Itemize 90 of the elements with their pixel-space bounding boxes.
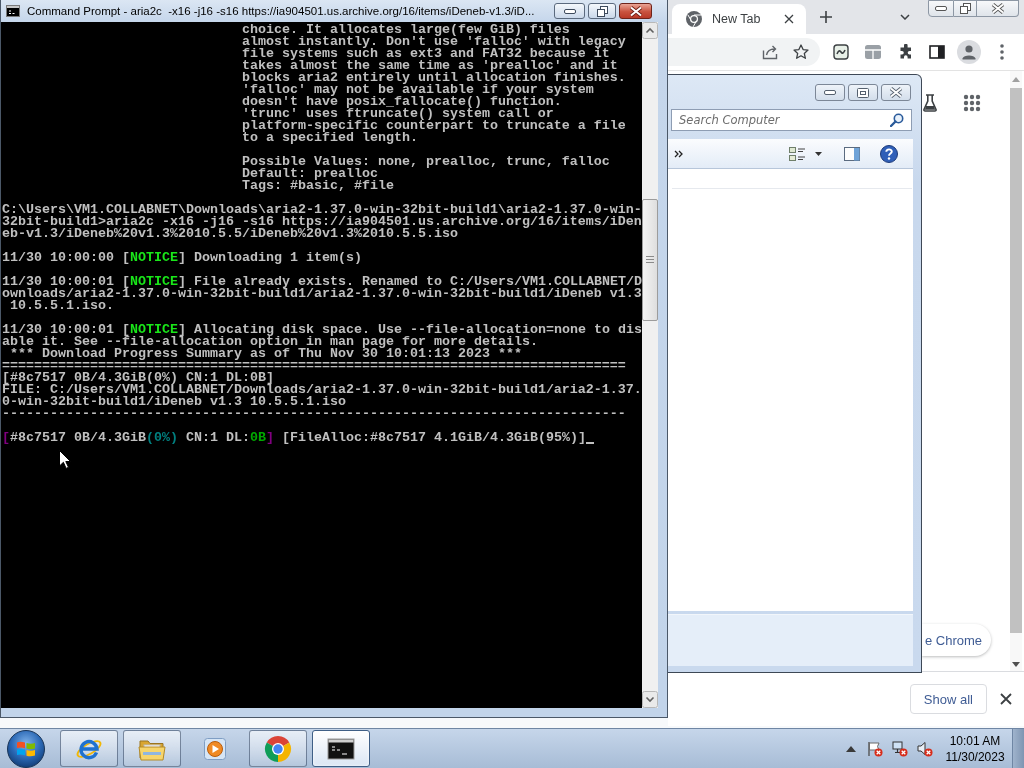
minimize-icon [563,8,576,14]
restore-icon [959,3,971,14]
console-line: ============================================================================== [2,360,626,372]
console-line: file systems such as ext3 and FAT32 because it [241,48,610,60]
window-tile-icon[interactable] [865,44,881,60]
minimize-button[interactable] [554,3,585,19]
details-view-icon[interactable] [789,145,805,162]
console-line: eb-v1.3/iDeneb%20v1.3%2010.5.5/iDeneb%20v1.3%2010.5.5.iso [2,228,458,240]
console-line: ownloads/aria2-1.37.0-win-32bit-build1/aria2-1.37.0-win-32bit-build1/iDeneb v1.3 [2,288,642,300]
console-line: 'trunc' uses ftruncate() system call or [241,108,554,120]
start-orb-icon[interactable] [7,729,45,768]
puzzle-icon[interactable] [898,44,914,60]
close-icon[interactable] [784,14,794,24]
console-line: [#8c7517 0B/4.3GiB(0%) CN:1 DL:0B] [FileAlloc:#8c7517 4.1GiB/4.3GiB(95%)] [2,432,586,444]
window-title: Command Prompt - aria2c -x16 -j16 -s16 https://ia904501.us.archive.org/16/items/iDeneb-v1.3/iD... [27,5,535,17]
text-cursor-icon [585,442,594,444]
chrome-icon [264,734,292,763]
customize-button[interactable]: e Chrome [922,624,992,656]
speaker-icon[interactable] [917,740,933,757]
console-line: to a specified length. [241,132,418,144]
console-line: 'falloc' may not be available if your system [241,84,594,96]
scroll-up-icon[interactable] [642,22,658,39]
console-line: platform-specific counterpart to truncate a file [241,120,626,132]
avatar-icon[interactable] [957,40,981,64]
console-line: 11/30 10:00:01 [NOTICE] File already exists. Renamed to C:/Users/VM1.COLLABNET/D [2,276,642,288]
network-icon[interactable] [892,740,908,757]
mouse-pointer-icon [59,450,71,469]
console-line: Tags: #basic, #file [241,180,394,192]
console-line: Possible Values: none, prealloc, trunc, falloc [241,156,610,168]
maximize-button[interactable] [848,84,878,101]
console-line: FILE: C:/Users/VM1.COLLABNET/Downloads/aria2-1.37.0-win-32bit-build1/aria2-1.37. [2,384,642,396]
star-icon[interactable] [793,44,809,60]
share-icon[interactable] [762,44,778,60]
taskbar-button[interactable] [312,730,370,767]
help-icon[interactable] [880,144,898,163]
console-line: ------------------------------------------------------------------------------ [2,408,626,420]
extension-icon[interactable] [833,44,849,60]
chevron-down-icon[interactable] [900,14,910,20]
scroll-down-icon[interactable] [642,691,658,708]
address-bar[interactable] [668,38,820,66]
console-line: doesn't have posix_fallocate() function. [241,96,562,108]
console-line: [#8c7517 0B/4.3GiB(0%) CN:1 DL:0B] [2,372,274,384]
close-icon[interactable] [1000,693,1012,705]
minimize-icon [824,90,836,95]
console-line: C:\Users\VM1.COLLABNET\Downloads\aria2-1.37.0-win-32bit-build1\aria2-1.37.0-win- [2,204,642,216]
plus-icon[interactable] [820,11,832,23]
console-line: 0-win-32bit-build1/iDeneb v1.3 10.5.5.1.iso [2,396,346,408]
console-icon [6,5,20,17]
preview-pane-icon[interactable] [844,146,860,161]
side-panel-icon[interactable] [929,44,945,60]
console-line: 11/30 10:00:01 [NOTICE] Allocating disk space. Use --file-allocation=none to dis [2,324,642,336]
console-line: 32bit-build1>aria2c -x16 -j16 -s16 https://ia904501.us.archive.org/16/items/iDen [2,216,642,228]
console-line: Default: prealloc [241,168,378,180]
close-button[interactable] [977,0,1019,17]
console-line: 10.5.5.1.iso. [9,300,114,312]
menu-icon[interactable] [1000,44,1004,60]
console-line: *** Download Progress Summary as of Thu Nov 30 10:01:13 2023 *** [9,348,522,360]
close-button[interactable] [619,3,652,19]
clock-date[interactable]: 11/30/2023 [945,748,1005,765]
flag-icon[interactable] [867,740,883,757]
search-icon[interactable] [890,113,904,127]
restore-button[interactable] [954,0,977,17]
console-line: blocks aria2 entirely until allocation finishes. [241,72,626,84]
maximize-icon [857,87,869,98]
minimize-icon [935,6,947,11]
console-line: takes almost the same time as 'prealloc' and it [241,60,618,72]
restore-button[interactable] [588,3,616,19]
close-icon [889,87,903,98]
scroll-down-icon[interactable] [1012,662,1020,667]
flask-icon[interactable] [923,94,937,112]
close-button[interactable] [881,84,911,101]
clock-time[interactable]: 10:01 AM [949,732,1001,749]
console-line: able it. See --file-allocation option in man page for more details. [2,336,538,348]
caret-down-icon[interactable] [815,151,822,156]
browser-tab[interactable]: New Tab [672,4,806,34]
console-line: choice. It allocates large(few GiB) files [241,24,570,36]
chrome-logo-icon [686,11,702,27]
close-icon [628,5,643,17]
console-line: 11/30 10:00:00 [NOTICE] Downloading 1 item(s) [2,252,362,264]
close-icon [990,3,1005,14]
console-line: almost instantly. Don't use 'falloc' with legacy [241,36,626,48]
double-chevron-icon[interactable] [674,149,683,158]
restore-icon [596,5,608,17]
minimize-button[interactable] [928,0,954,17]
scrollbar-thumb[interactable] [642,199,658,321]
show-all-button[interactable]: Show all [909,684,987,714]
apps-grid-icon[interactable] [963,94,981,112]
chevron-up-icon[interactable] [846,745,856,752]
minimize-button[interactable] [815,84,845,101]
search-field[interactable]: Search Computer [671,109,912,131]
